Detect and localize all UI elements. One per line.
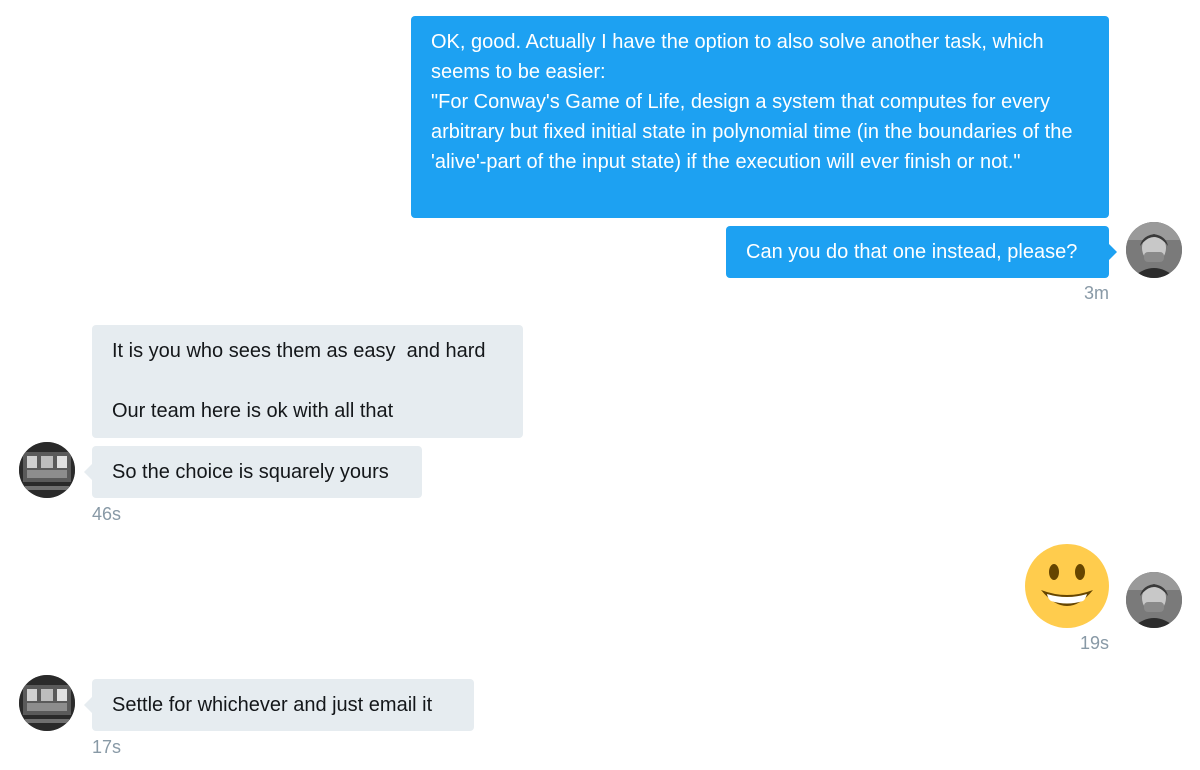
contact-avatar-icon — [19, 675, 75, 731]
incoming-message-bubble[interactable]: So the choice is squarely yours — [84, 446, 422, 498]
outgoing-message-bubble[interactable]: OK, good. Actually I have the option to … — [411, 16, 1109, 218]
my-avatar[interactable] — [1126, 572, 1182, 628]
contact-avatar[interactable] — [19, 442, 75, 498]
contact-avatar-icon — [19, 442, 75, 498]
incoming-message-bubble[interactable]: Settle for whichever and just email it — [84, 679, 474, 731]
outgoing-message-bubble[interactable]: Can you do that one instead, please? — [726, 226, 1117, 278]
smiling-face-emoji[interactable] — [1025, 544, 1109, 628]
smiley-icon — [1025, 544, 1109, 628]
timestamp: 17s — [92, 737, 122, 757]
user-avatar-icon — [1126, 222, 1182, 278]
my-avatar[interactable] — [1126, 222, 1182, 278]
user-avatar-icon — [1126, 572, 1182, 628]
contact-avatar[interactable] — [19, 675, 75, 731]
timestamp: 46s — [92, 504, 122, 524]
incoming-message-bubble[interactable]: It is you who sees them as easy and hard… — [92, 325, 523, 438]
timestamp: 19s — [1079, 633, 1109, 653]
timestamp: 3m — [1083, 283, 1109, 303]
